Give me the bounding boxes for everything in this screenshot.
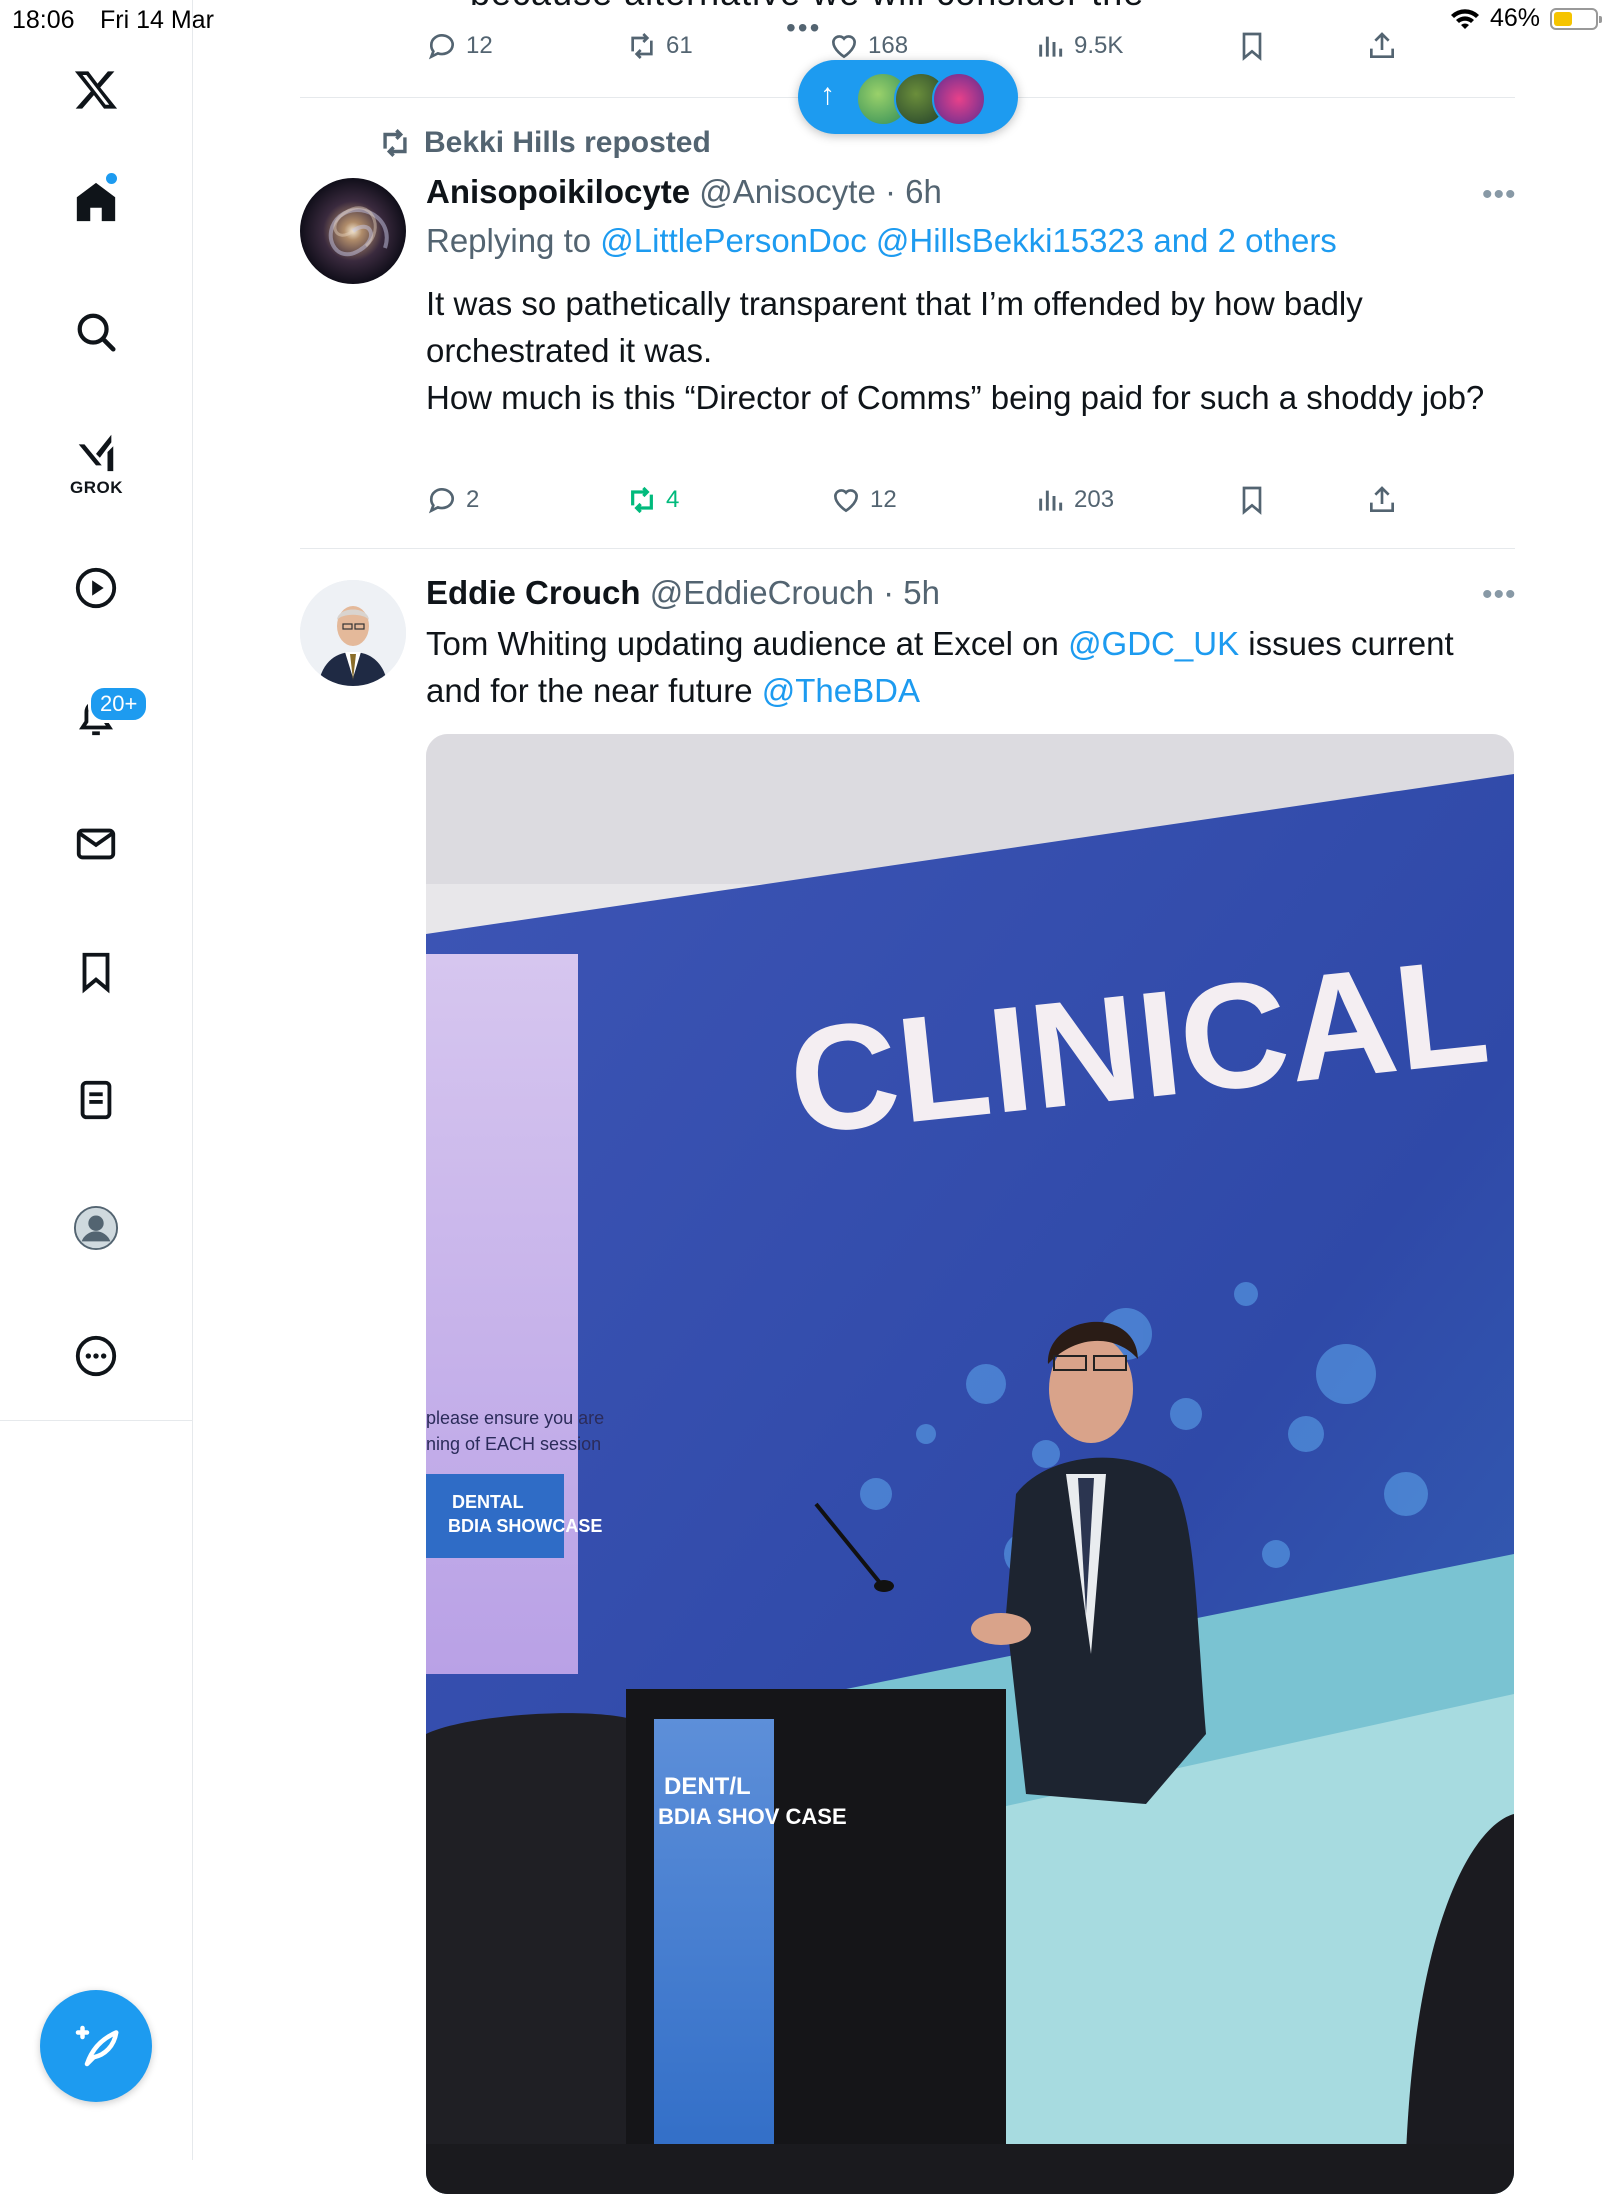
replying-to: Replying to @LittlePersonDoc @HillsBekki… bbox=[426, 222, 1337, 260]
reply-icon bbox=[428, 34, 454, 60]
pill-avatar bbox=[932, 72, 986, 126]
repost-icon bbox=[631, 486, 653, 514]
share-icon bbox=[1370, 32, 1394, 58]
like-button[interactable]: 12 bbox=[830, 484, 897, 516]
views-chart-icon bbox=[1039, 36, 1063, 57]
like-count: 168 bbox=[868, 32, 909, 59]
repost-icon bbox=[383, 129, 407, 157]
more-options-icon[interactable]: ••• bbox=[1482, 178, 1517, 212]
views-chart-icon bbox=[1039, 490, 1063, 511]
bookmark-button[interactable] bbox=[1236, 484, 1268, 516]
display-name[interactable]: Anisopoikilocyte bbox=[426, 173, 690, 210]
user-avatar[interactable] bbox=[300, 580, 406, 686]
bookmark-icon bbox=[1242, 32, 1262, 61]
tweet-text-line: How much is this “Director of Comms” bei… bbox=[426, 379, 1485, 416]
repost-icon bbox=[631, 33, 653, 59]
battery-percent: 46% bbox=[1489, 4, 1540, 32]
handle-time[interactable]: @EddieCrouch · 5h bbox=[650, 574, 940, 611]
reply-count: 12 bbox=[466, 32, 493, 59]
user-avatar[interactable] bbox=[300, 178, 406, 284]
bookmark-icon bbox=[1242, 486, 1262, 515]
tweet-media-image[interactable]: please ensure you are ning of EACH sessi… bbox=[426, 734, 1514, 2194]
status-right: 46% bbox=[1450, 4, 1602, 33]
like-button[interactable]: 168 bbox=[828, 30, 908, 62]
tweet-author-row: Eddie Crouch @EddieCrouch · 5h bbox=[426, 574, 940, 612]
tweet-divider bbox=[300, 548, 1515, 549]
wifi-icon bbox=[1450, 8, 1479, 29]
reply-count: 2 bbox=[466, 486, 480, 513]
like-count: 12 bbox=[870, 486, 897, 513]
sidebar: GROK 20+ bbox=[0, 0, 193, 2160]
home-unread-dot bbox=[106, 173, 117, 184]
repost-count: 4 bbox=[666, 486, 680, 513]
bookmarks-icon[interactable] bbox=[66, 942, 126, 1002]
repost-button[interactable]: 61 bbox=[626, 30, 693, 62]
search-icon[interactable] bbox=[66, 302, 126, 362]
screen-line1: please ensure you are bbox=[426, 1408, 604, 1428]
mention-link[interactable]: @GDC_UK bbox=[1068, 625, 1239, 662]
mention-link[interactable]: @TheBDA bbox=[762, 672, 920, 709]
tweet-text: It was so pathetically transparent that … bbox=[426, 280, 1506, 421]
screen-logo2: BDIA SHOWCASE bbox=[448, 1516, 602, 1536]
tweet-text: Tom Whiting updating audience at Excel o… bbox=[426, 620, 1506, 714]
tweet-author-row: Anisopoikilocyte @Anisocyte · 6h bbox=[426, 173, 942, 211]
display-name[interactable]: Eddie Crouch bbox=[426, 574, 641, 611]
arrow-up-icon: ↑ bbox=[820, 78, 835, 111]
reposted-by: Bekki Hills reposted bbox=[424, 126, 711, 159]
battery-icon bbox=[1550, 7, 1602, 30]
views-button[interactable]: 9.5K bbox=[1034, 30, 1123, 62]
drag-handle-icon[interactable]: ••• bbox=[786, 12, 821, 44]
tweet-text-part: Tom Whiting updating audience at Excel o… bbox=[426, 625, 1069, 662]
podium-logo2: BDIA SHOV CASE bbox=[658, 1804, 847, 1829]
share-button[interactable] bbox=[1366, 484, 1398, 516]
views-count: 9.5K bbox=[1074, 32, 1124, 59]
messages-envelope-icon[interactable] bbox=[66, 814, 126, 874]
notifications-badge: 20+ bbox=[88, 685, 150, 723]
bookmark-button[interactable] bbox=[1236, 30, 1268, 62]
home-icon[interactable] bbox=[66, 172, 126, 232]
lists-icon[interactable] bbox=[66, 1070, 126, 1130]
heart-icon bbox=[833, 489, 859, 513]
views-count: 203 bbox=[1074, 486, 1115, 513]
screen-logo1: DENTAL bbox=[452, 1492, 524, 1512]
video-icon[interactable] bbox=[66, 558, 126, 618]
compose-post-button[interactable] bbox=[40, 1990, 152, 2102]
reply-button[interactable]: 2 bbox=[426, 484, 479, 516]
share-button[interactable] bbox=[1366, 30, 1398, 62]
repost-button[interactable]: 4 bbox=[626, 484, 679, 516]
tweet-text-line: It was so pathetically transparent that … bbox=[426, 285, 1363, 369]
repost-context: Bekki Hills reposted bbox=[378, 126, 711, 160]
podium-logo1: DENT/L bbox=[664, 1773, 751, 1800]
reply-button[interactable]: 12 bbox=[426, 30, 493, 62]
views-button[interactable]: 203 bbox=[1034, 484, 1114, 516]
heart-icon bbox=[831, 35, 857, 59]
x-logo-icon[interactable] bbox=[66, 60, 126, 120]
reply-icon bbox=[428, 488, 454, 514]
sidebar-divider bbox=[0, 1420, 192, 1421]
grok-icon[interactable] bbox=[66, 422, 126, 482]
share-icon bbox=[1370, 486, 1394, 512]
repost-count: 61 bbox=[666, 32, 693, 59]
replying-prefix: Replying to bbox=[426, 222, 601, 259]
profile-avatar-icon[interactable] bbox=[66, 1198, 126, 1258]
handle-time[interactable]: @Anisocyte · 6h bbox=[699, 173, 942, 210]
replying-to-mentions[interactable]: @LittlePersonDoc @HillsBekki15323 and 2 … bbox=[600, 222, 1337, 259]
screen-line2: ning of EACH session bbox=[426, 1434, 601, 1454]
more-options-icon[interactable]: ••• bbox=[1482, 578, 1517, 612]
new-posts-pill[interactable]: ↑ bbox=[798, 60, 1018, 134]
compose-feather-icon bbox=[75, 2025, 119, 2067]
more-circle-icon[interactable] bbox=[66, 1326, 126, 1386]
grok-label: GROK bbox=[70, 478, 123, 497]
